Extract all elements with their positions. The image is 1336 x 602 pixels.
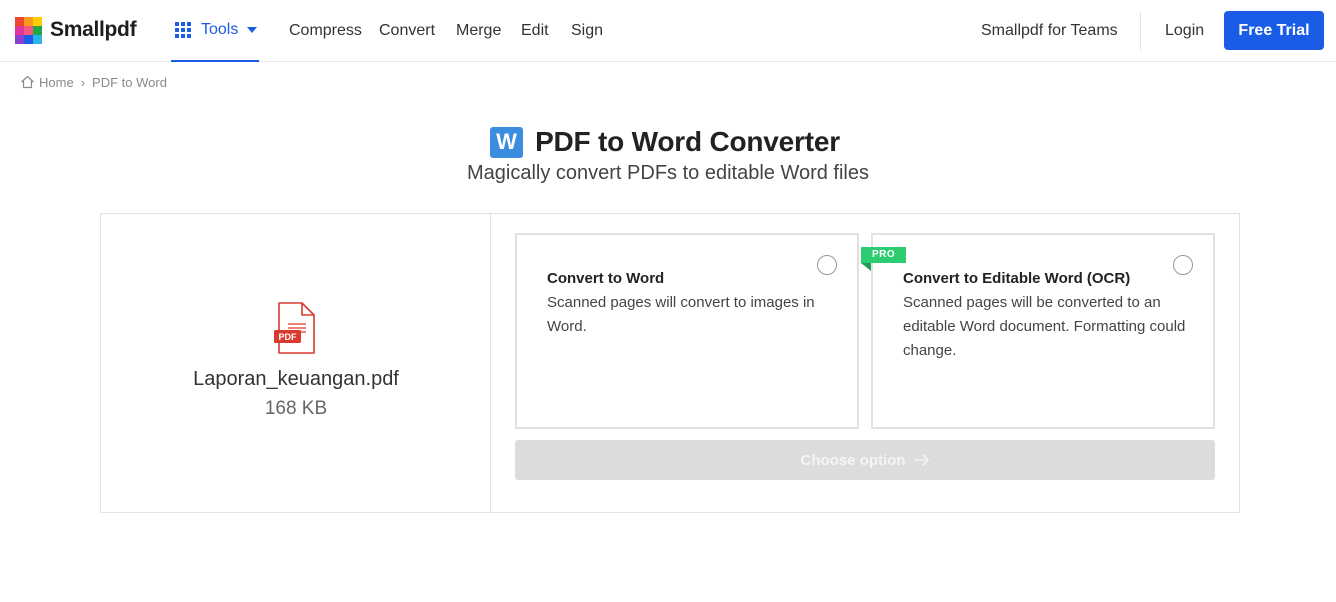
choose-option-label: Choose option [800, 451, 906, 469]
login-link[interactable]: Login [1165, 21, 1204, 41]
caret-down-icon [247, 27, 258, 33]
option-description: Scanned pages will convert to images in … [547, 294, 815, 335]
brand-name: Smallpdf [50, 18, 137, 41]
option-description: Scanned pages will be converted to an ed… [903, 294, 1186, 359]
option-convert-to-editable-word-ocr[interactable]: PRO Convert to Editable Word (OCR) Scann… [861, 233, 1215, 429]
file-name: Laporan_keuangan.pdf [193, 368, 399, 390]
pro-badge: PRO [861, 247, 907, 263]
nav-edit[interactable]: Edit [521, 21, 549, 41]
page-header: W PDF to Word Converter [0, 124, 1336, 160]
pdf-icon-label: PDF [279, 332, 298, 342]
option-radio[interactable] [1173, 255, 1193, 275]
choose-option-button[interactable]: Choose option [515, 440, 1215, 480]
word-icon: W [490, 126, 524, 158]
page-subtitle: Magically convert PDFs to editable Word … [466, 162, 869, 184]
breadcrumb: Home › PDF to Word [20, 73, 167, 91]
smallpdf-logo[interactable]: Smallpdf [15, 16, 137, 44]
breadcrumb-home[interactable]: Home [39, 75, 74, 90]
option-title: Convert to Word [547, 270, 665, 287]
tools-menu-tab[interactable]: Tools [171, 0, 259, 62]
file-preview: PDF Laporan_keuangan.pdf 168 KB [101, 214, 491, 512]
breadcrumb-separator: › [80, 74, 86, 90]
nav-merge[interactable]: Merge [456, 21, 501, 41]
top-navigation: Smallpdf Tools Compress Convert Merge Ed… [0, 0, 1336, 62]
breadcrumb-current: PDF to Word [92, 74, 167, 90]
pdf-file-icon: PDF [274, 302, 315, 354]
option-convert-to-word[interactable]: Convert to Word Scanned pages will conve… [515, 233, 859, 429]
conversion-panel: PDF Laporan_keuangan.pdf 168 KB Convert … [100, 213, 1240, 513]
nav-convert[interactable]: Convert [379, 21, 435, 41]
file-size: 168 KB [264, 398, 328, 419]
teams-link[interactable]: Smallpdf for Teams [981, 21, 1118, 41]
page-title: PDF to Word Converter [535, 126, 840, 157]
smallpdf-logo-icon [15, 16, 42, 44]
free-trial-button[interactable]: Free Trial [1224, 11, 1324, 50]
nav-compress[interactable]: Compress [289, 21, 362, 41]
option-radio[interactable] [817, 255, 837, 275]
home-icon [21, 75, 34, 89]
apps-grid-icon [175, 22, 191, 38]
option-title: Convert to Editable Word (OCR) [903, 270, 1131, 287]
pro-badge-fold [861, 263, 871, 271]
arrow-right-icon [913, 454, 929, 466]
nav-sign[interactable]: Sign [571, 21, 603, 41]
tools-label: Tools [201, 21, 239, 38]
header-divider [1140, 12, 1141, 51]
